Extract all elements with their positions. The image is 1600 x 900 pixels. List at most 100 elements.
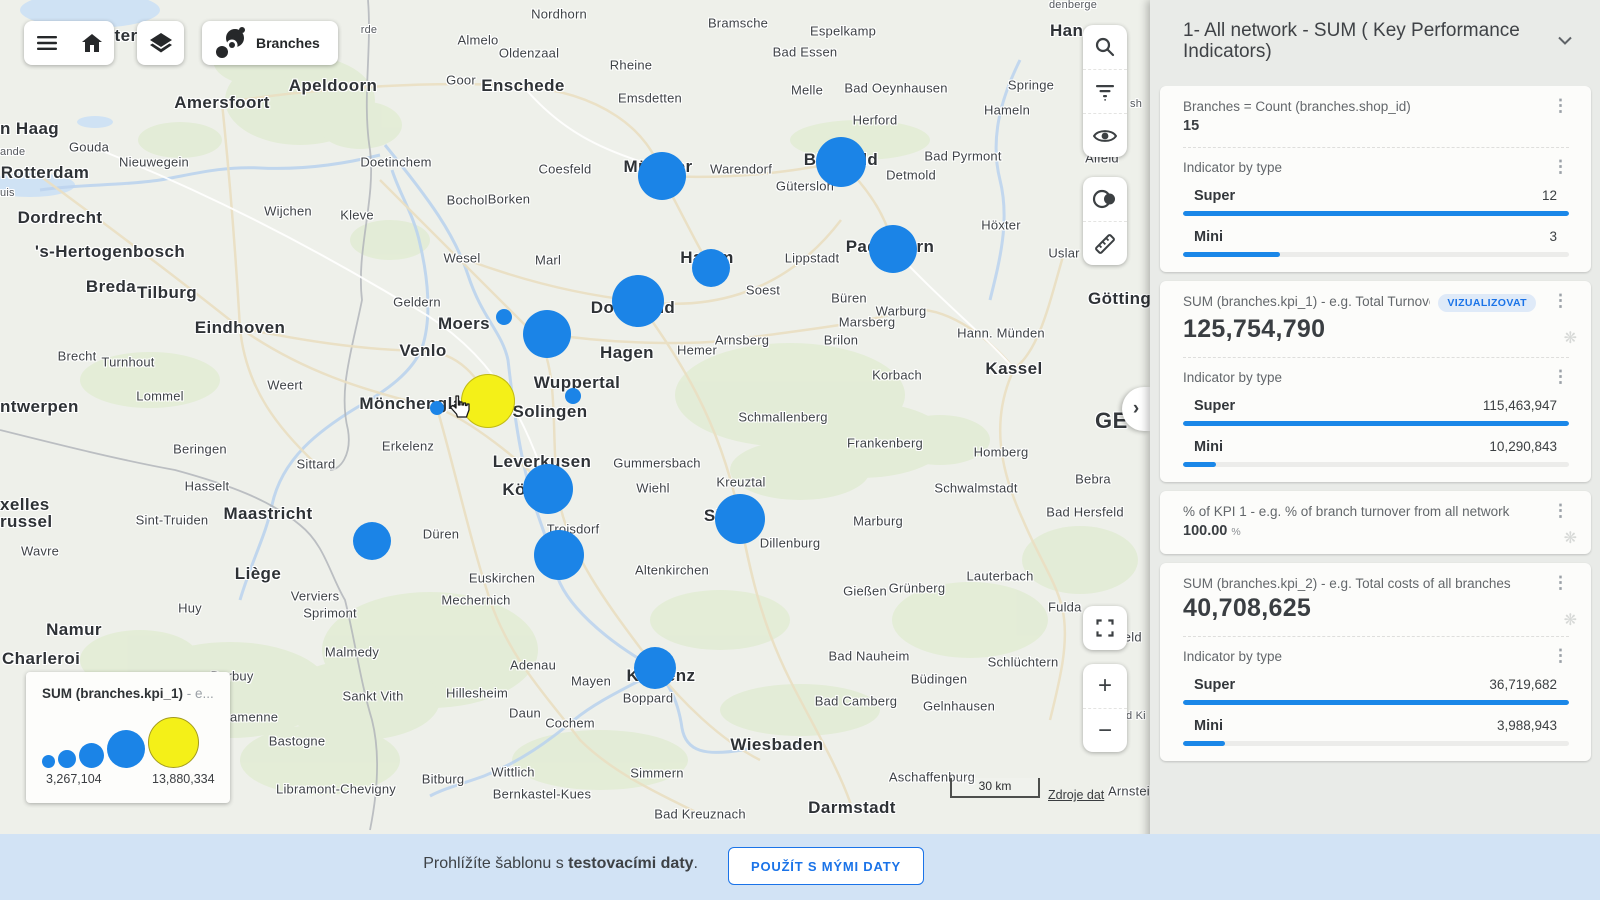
- metric-header: Branches = Count (branches.shop_id) ⋮: [1183, 99, 1569, 114]
- kpi-card: SUM (branches.kpi_1) - e.g. Total Turnov…: [1160, 281, 1591, 482]
- contrast-icon: [1092, 189, 1118, 209]
- kpi-card: Branches = Count (branches.shop_id) ⋮ 15 In…: [1160, 86, 1591, 272]
- chevron-right-icon: ›: [1133, 398, 1139, 420]
- category-value: 115,463,947: [1483, 398, 1557, 413]
- category-label: Super: [1194, 398, 1235, 414]
- more-options-button[interactable]: ⋮: [1552, 649, 1569, 663]
- metric-value: 100.00%: [1183, 523, 1569, 539]
- more-options-button[interactable]: ⋮: [1552, 160, 1569, 174]
- search-icon: [1095, 37, 1115, 57]
- toolbar-group: [24, 21, 114, 65]
- branch-bubble[interactable]: [496, 309, 512, 325]
- visualize-badge[interactable]: VIZUALIZOVAT: [1438, 294, 1536, 312]
- metric-header: SUM (branches.kpi_2) - e.g. Total costs …: [1183, 576, 1569, 591]
- branch-bubble[interactable]: [353, 522, 391, 560]
- branch-bubble[interactable]: [692, 249, 730, 287]
- ruler-icon: [1094, 233, 1116, 255]
- breakdown-row: Super12: [1183, 188, 1569, 216]
- home-icon: [82, 34, 102, 52]
- data-sources-link[interactable]: Zdroje dat: [1048, 788, 1104, 802]
- category-label: Mini: [1194, 229, 1223, 245]
- sidebar-header: 1- All network - SUM ( Key Performance I…: [1150, 0, 1600, 76]
- collapse-section-button[interactable]: [1554, 32, 1576, 49]
- zoom-in-button[interactable]: +: [1083, 664, 1127, 708]
- settings-icon[interactable]: ❋: [1564, 610, 1577, 630]
- branches-chip[interactable]: Branches: [202, 21, 338, 65]
- progress-fill: [1183, 211, 1569, 216]
- breakdown-line: Super12: [1183, 188, 1569, 211]
- contrast-button[interactable]: [1083, 177, 1127, 221]
- metric-section: SUM (branches.kpi_1) - e.g. Total Turnov…: [1183, 294, 1569, 344]
- settings-icon[interactable]: ❋: [1564, 528, 1577, 548]
- branch-bubble[interactable]: [634, 647, 676, 689]
- breakdown-header: Indicator by type ⋮: [1183, 160, 1569, 175]
- category-value: 12: [1542, 188, 1557, 203]
- breakdown-line: Super36,719,682: [1183, 677, 1569, 700]
- filter-icon: [1095, 83, 1115, 101]
- legend-bubble: [107, 730, 145, 768]
- banner-message: Prohlížíte šablonu s testovacími daty.: [423, 855, 698, 873]
- bubble-chart-icon: [212, 27, 246, 59]
- category-value: 10,290,843: [1489, 439, 1557, 454]
- metric-header: % of KPI 1 - e.g. % of branch turnover f…: [1183, 504, 1569, 519]
- more-options-button[interactable]: ⋮: [1552, 370, 1569, 384]
- map-canvas[interactable]: AmersfoortApeldoornEnschedeRotterdamDord…: [0, 0, 1150, 900]
- branch-bubble[interactable]: [523, 310, 571, 358]
- layers-toolbar: [137, 21, 184, 65]
- more-options-button[interactable]: ⋮: [1552, 576, 1569, 590]
- metric-label: SUM (branches.kpi_2) - e.g. Total costs …: [1183, 576, 1511, 591]
- section-divider: [1183, 147, 1569, 148]
- branch-bubble[interactable]: [430, 401, 444, 415]
- progress-track: [1183, 252, 1569, 257]
- branches-chip-label: Branches: [256, 35, 320, 51]
- hamburger-icon: [37, 35, 57, 51]
- branch-bubble[interactable]: [715, 494, 765, 544]
- minus-icon: −: [1098, 719, 1112, 743]
- measure-button[interactable]: [1083, 221, 1127, 265]
- use-my-data-button[interactable]: POUŽÍT S MÝMI DATY: [728, 847, 924, 885]
- branch-bubble[interactable]: [534, 530, 584, 580]
- branch-bubble[interactable]: [565, 388, 581, 404]
- layers-icon: [150, 33, 172, 53]
- breakdown-line: Mini3,988,943: [1183, 718, 1569, 741]
- menu-button[interactable]: [24, 21, 69, 65]
- branch-bubble[interactable]: [612, 275, 664, 327]
- map-tools-group: [1083, 25, 1127, 157]
- branch-bubble[interactable]: [638, 152, 686, 200]
- breakdown-header: Indicator by type⋮: [1183, 370, 1569, 385]
- progress-fill: [1183, 462, 1216, 467]
- breakdown-row: Mini10,290,843: [1183, 439, 1569, 467]
- more-options-button[interactable]: ⋮: [1552, 294, 1569, 308]
- branch-bubble[interactable]: [523, 464, 573, 514]
- metric-value: 15: [1183, 118, 1569, 134]
- progress-track: [1183, 211, 1569, 216]
- settings-icon[interactable]: ❋: [1564, 328, 1577, 348]
- breakdown-line: Mini10,290,843: [1183, 439, 1569, 462]
- legend-bubble: [79, 743, 104, 768]
- breakdown-line: Super 115,463,947: [1183, 398, 1569, 421]
- filter-button[interactable]: [1083, 69, 1127, 113]
- breakdown-label: Indicator by type: [1183, 160, 1282, 175]
- visibility-button[interactable]: [1083, 113, 1127, 157]
- branch-bubble[interactable]: [816, 137, 866, 187]
- fullscreen-button[interactable]: [1083, 606, 1127, 650]
- breakdown-section: Indicator by type⋮ Super 115,463,947 Mini10…: [1183, 370, 1569, 467]
- section-divider: [1183, 636, 1569, 637]
- zoom-control-group: + −: [1083, 664, 1127, 752]
- kpi-cards-container: Branches = Count (branches.shop_id) ⋮ 15 In…: [1150, 86, 1600, 900]
- metric-label: Branches = Count (branches.shop_id): [1183, 99, 1411, 114]
- map-style-group: [1083, 177, 1127, 265]
- fullscreen-group: [1083, 606, 1127, 650]
- home-button[interactable]: [69, 21, 114, 65]
- search-button[interactable]: [1083, 25, 1127, 69]
- branch-bubble[interactable]: [869, 225, 917, 273]
- kpi-card: SUM (branches.kpi_2) - e.g. Total costs …: [1160, 563, 1591, 761]
- more-options-button[interactable]: ⋮: [1552, 504, 1569, 518]
- progress-track: [1183, 741, 1569, 746]
- layers-button[interactable]: [137, 21, 184, 65]
- breakdown-section: Indicator by type⋮Super12Mini3: [1183, 160, 1569, 257]
- more-options-button[interactable]: ⋮: [1552, 99, 1569, 113]
- zoom-out-button[interactable]: −: [1083, 708, 1127, 752]
- legend-min-value: 3,267,104: [46, 772, 102, 786]
- metric-section: % of KPI 1 - e.g. % of branch turnover f…: [1183, 504, 1569, 539]
